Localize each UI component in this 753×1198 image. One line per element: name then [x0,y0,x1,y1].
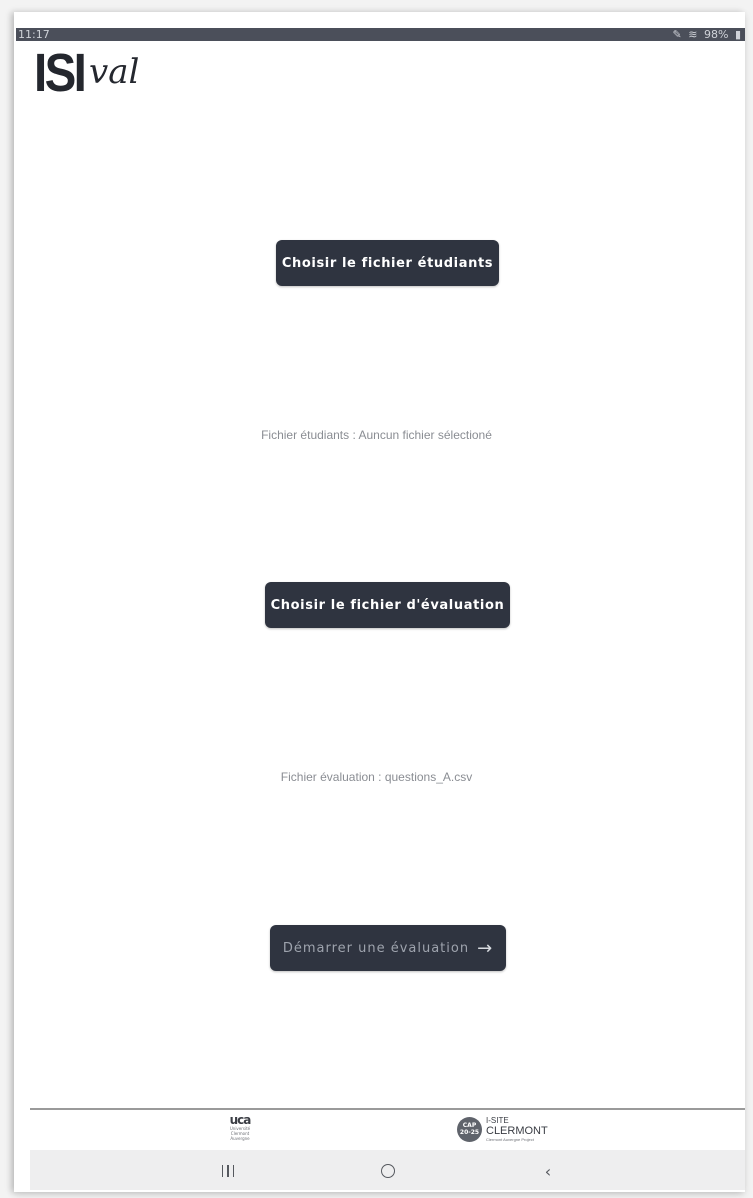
wifi-icon: ≋ [688,28,698,41]
back-icon[interactable]: ‹ [528,1160,568,1182]
battery-icon: ▮ [734,28,741,41]
nfc-icon: ✎ [672,28,682,41]
isite-line3: Clermont Auvergne Project [486,1137,534,1142]
evaluation-file-status: Fichier évaluation : questions_A.csv [280,770,473,784]
status-time: 11:17 [18,28,50,41]
status-bar: 11:17 ✎ ≋ 98% ▮ [16,28,745,41]
cap-badge-icon: CAP 20-25 [457,1116,482,1142]
arrow-right-icon: → [477,937,494,959]
home-icon[interactable] [368,1160,408,1182]
uca-logo: uca Université Clermont Auvergne [222,1114,258,1144]
status-icons: ✎ ≋ 98% ▮ [670,28,741,41]
uca-logo-sub3: Auvergne [230,1136,250,1141]
choose-students-file-button[interactable]: Choisir le fichier étudiants [276,240,499,286]
footer-divider [30,1108,745,1110]
choose-evaluation-file-button[interactable]: Choisir le fichier d'évaluation [265,582,510,628]
uca-logo-mark: uca [229,1113,252,1127]
recents-icon[interactable] [208,1160,248,1182]
students-file-status: Fichier étudiants : Auncun fichier sélec… [261,428,492,442]
isite-logo-text: I-SITE CLERMONT Clermont Auvergne Projec… [486,1116,548,1142]
logo-isi: ISI [34,43,87,103]
cap-badge-line1: CAP [462,1122,477,1129]
isite-line1: I-SITE [486,1116,509,1125]
battery-level: 98% [703,28,729,41]
start-evaluation-button[interactable]: Démarrer une évaluation → [270,925,506,971]
app-logo: ISI val [34,44,139,100]
start-evaluation-label: Démarrer une évaluation [282,940,470,956]
logo-val: val [89,52,140,92]
system-navigation-bar: ‹ [30,1150,745,1190]
isite-clermont-logo: CAP 20-25 I-SITE CLERMONT Clermont Auver… [457,1114,548,1144]
cap-badge-line2: 20-25 [459,1129,480,1136]
isite-line2: CLERMONT [486,1125,548,1137]
